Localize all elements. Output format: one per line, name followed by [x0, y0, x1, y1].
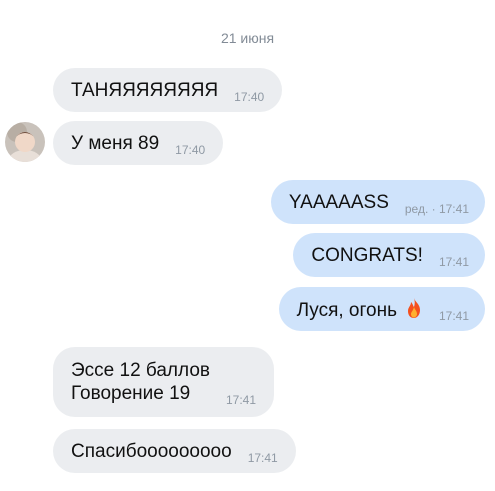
message-line: Эссе 12 баллов [71, 360, 210, 381]
message-text: Луся, огонь [296, 299, 397, 321]
message-bubble-incoming[interactable]: У меня 89 17:40 [53, 121, 224, 165]
fire-icon [407, 297, 420, 318]
avatar[interactable] [5, 122, 45, 162]
message-timestamp: 17:40 [234, 90, 265, 104]
message-text-wrap: Луся, огонь [297, 297, 423, 322]
message-timestamp: 17:41 [438, 255, 469, 269]
message-bubble-outgoing[interactable]: Луся, огонь 17:41 [278, 287, 485, 331]
message-text: YAAAAASS [288, 191, 389, 213]
message-bubble-incoming[interactable]: Спасибооооооооо 17:41 [53, 429, 296, 473]
message-bubble-outgoing[interactable]: YAAAAASS ред. · 17:41 [270, 180, 485, 224]
message-bubble-outgoing[interactable]: CONGRATS! 17:41 [293, 233, 485, 277]
message-timestamp: 17:41 [247, 451, 278, 465]
message-bubble-incoming[interactable]: Эссе 12 баллов Говорение 19 17:41 [53, 347, 275, 417]
message-text-block: Эссе 12 баллов Говорение 19 [71, 347, 210, 417]
message-text: У меня 89 [71, 132, 160, 154]
message-timestamp: 17:40 [175, 143, 206, 157]
date-separator: 21 июня [220, 30, 275, 46]
message-timestamp: 17:41 [438, 309, 469, 323]
message-timestamp: ред. · 17:41 [404, 202, 469, 216]
message-text: ТАНЯЯЯЯЯЯЯЯ [71, 79, 219, 101]
message-text: CONGRATS! [311, 244, 423, 266]
message-line: Говорение 19 [71, 383, 191, 404]
message-timestamp: 17:41 [225, 393, 257, 407]
message-text: Спасибооооооооо [71, 440, 232, 462]
avatar-image [5, 122, 45, 162]
message-bubble-incoming[interactable]: ТАНЯЯЯЯЯЯЯЯ 17:40 [53, 68, 283, 112]
